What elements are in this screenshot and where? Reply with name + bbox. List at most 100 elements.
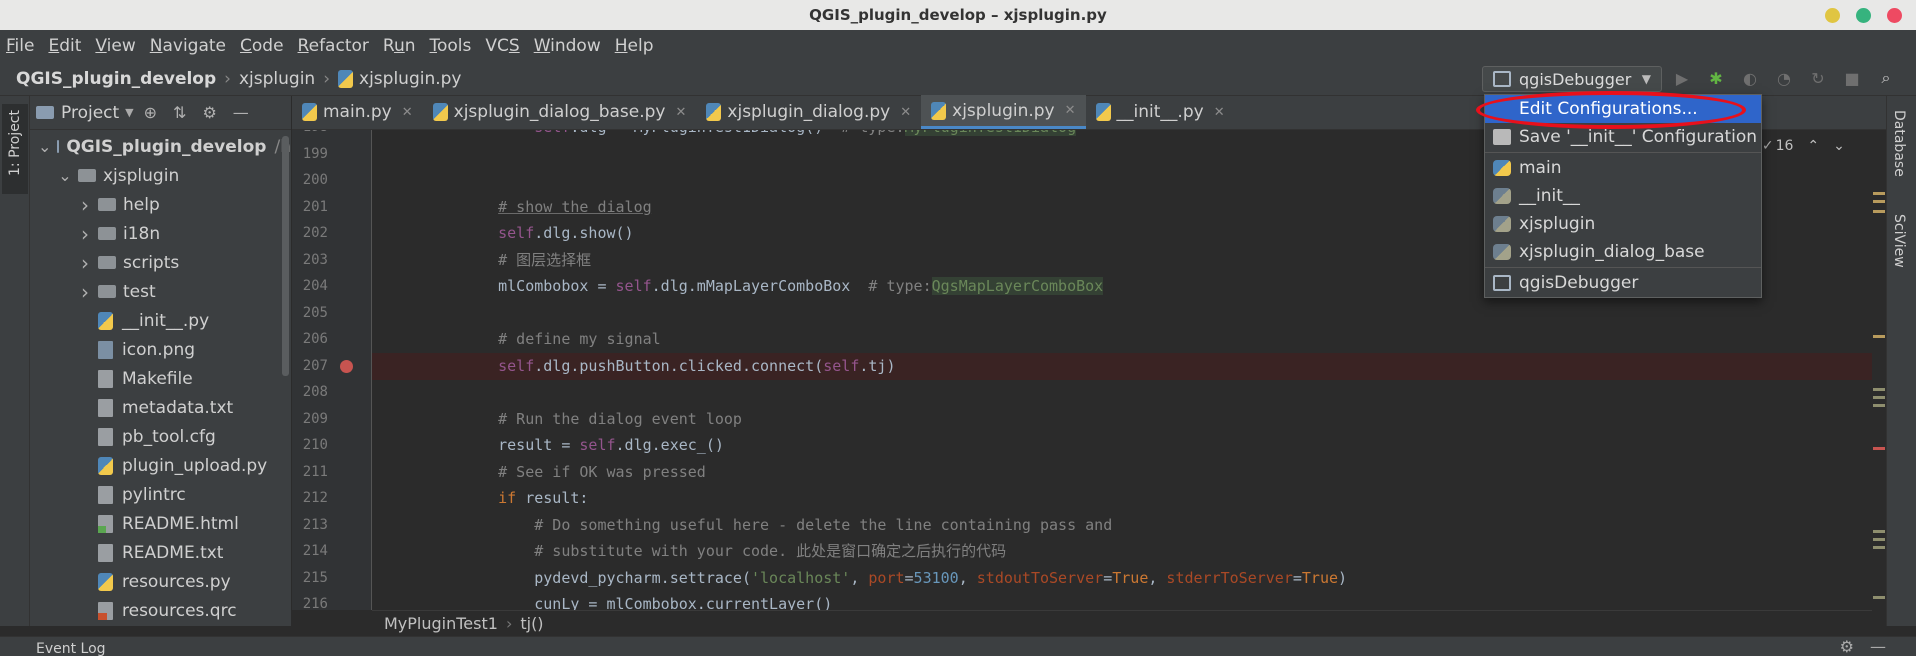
tree-item[interactable]: README.html xyxy=(30,509,291,538)
tree-item[interactable]: Makefile xyxy=(30,364,291,393)
chevron-up-icon[interactable]: ⌃ xyxy=(1807,138,1819,154)
editor-tab[interactable]: __init__.py ✕ xyxy=(1086,95,1235,129)
run-config-item[interactable]: qgisDebugger xyxy=(1485,269,1761,297)
breadcrumb-method[interactable]: tj() xyxy=(520,614,543,633)
run-icon[interactable]: ▶ xyxy=(1672,68,1692,88)
tree-item[interactable]: resources.qrc xyxy=(30,596,291,625)
chevron-down-icon[interactable]: ⌄ xyxy=(38,137,51,156)
tree-item[interactable]: icon.png xyxy=(30,335,291,364)
menu-window[interactable]: Window xyxy=(534,36,601,56)
stripe-mark[interactable] xyxy=(1873,192,1885,195)
stripe-mark[interactable] xyxy=(1873,388,1885,391)
code-line[interactable] xyxy=(462,167,1347,194)
code-line[interactable]: # Run the dialog event loop xyxy=(462,406,1347,433)
menu-refactor[interactable]: Refactor xyxy=(298,36,369,56)
editor-tab[interactable]: xjsplugin_dialog_base.py ✕ xyxy=(423,95,697,129)
code-line[interactable]: result = self.dlg.exec_() xyxy=(462,432,1347,459)
search-icon[interactable]: ⌕ xyxy=(1876,68,1896,88)
code-line[interactable]: pydevd_pycharm.settrace('localhost', por… xyxy=(462,565,1347,592)
run-config-item[interactable]: xjsplugin_dialog_base xyxy=(1485,238,1761,266)
menu-code[interactable]: Code xyxy=(240,36,284,56)
code-line[interactable]: self.dlg = MyPluginTest1Dialog() # type:… xyxy=(462,130,1347,141)
menu-help[interactable]: Help xyxy=(615,36,654,56)
nav-file[interactable]: xjsplugin.py xyxy=(338,69,462,89)
code-line[interactable]: # 图层选择框 xyxy=(462,247,1347,274)
code-line[interactable] xyxy=(462,141,1347,168)
stripe-mark[interactable] xyxy=(1873,447,1885,450)
chevron-down-icon[interactable]: ⌄ xyxy=(58,166,72,185)
stop-icon[interactable]: ■ xyxy=(1842,68,1862,88)
menu-file[interactable]: File xyxy=(6,36,34,56)
locate-icon[interactable]: ⊕ xyxy=(144,103,157,122)
run-config-item[interactable]: xjsplugin xyxy=(1485,210,1761,238)
stripe-mark[interactable] xyxy=(1873,335,1885,338)
code-line[interactable] xyxy=(462,379,1347,406)
nav-project[interactable]: QGIS_plugin_develop xyxy=(16,69,216,89)
stripe-mark[interactable] xyxy=(1873,404,1885,407)
run-configuration-selector[interactable]: qgisDebugger ▼ xyxy=(1482,66,1662,92)
project-scrollbar[interactable] xyxy=(282,136,289,376)
stripe-mark[interactable] xyxy=(1873,200,1885,203)
event-log-tab[interactable]: Event Log xyxy=(36,641,106,656)
tree-item[interactable]: __init__.py xyxy=(30,306,291,335)
stripe-mark[interactable] xyxy=(1873,210,1885,213)
code-line[interactable]: if result: xyxy=(462,485,1347,512)
close-tab-icon[interactable]: ✕ xyxy=(1214,105,1225,120)
chevron-right-icon[interactable]: › xyxy=(78,222,92,246)
tree-item[interactable]: › test xyxy=(30,277,291,306)
close-tab-icon[interactable]: ✕ xyxy=(900,105,911,120)
profile-icon[interactable]: ◔ xyxy=(1774,68,1794,88)
tree-item[interactable]: › i18n xyxy=(30,219,291,248)
close-tab-icon[interactable]: ✕ xyxy=(402,105,413,120)
chevron-right-icon[interactable]: › xyxy=(78,280,92,304)
chevron-down-icon[interactable]: ▼ xyxy=(125,106,133,119)
stripe-mark[interactable] xyxy=(1873,530,1885,533)
breakpoint-icon[interactable] xyxy=(340,360,353,373)
code-line[interactable]: cunLy = mlCombobox.currentLayer() xyxy=(462,591,1347,610)
chevron-right-icon[interactable]: › xyxy=(78,193,92,217)
code-line[interactable] xyxy=(462,300,1347,327)
menu-edit[interactable]: Edit xyxy=(48,36,81,56)
stripe-mark[interactable] xyxy=(1873,396,1885,399)
menu-navigate[interactable]: Navigate xyxy=(150,36,226,56)
code-line[interactable]: # substitute with your code. 此处是窗口确定之后执行… xyxy=(462,538,1347,565)
tree-item[interactable]: plugin_upload.py xyxy=(30,451,291,480)
menu-run[interactable]: Run xyxy=(383,36,416,56)
maximize-button[interactable] xyxy=(1856,8,1871,23)
code-line[interactable]: # See if OK was pressed xyxy=(462,459,1347,486)
chevron-right-icon[interactable]: › xyxy=(78,251,92,275)
project-tool-tab[interactable]: 1: Project xyxy=(2,104,28,194)
tree-item[interactable]: resources.py xyxy=(30,567,291,596)
run-config-item[interactable]: Save '__init__' Configuration xyxy=(1485,123,1761,151)
editor-tab[interactable]: xjsplugin_dialog.py ✕ xyxy=(696,95,921,129)
collapse-all-icon[interactable]: ⇅ xyxy=(173,103,186,122)
hide-icon[interactable]: — xyxy=(1870,637,1886,656)
run-config-item[interactable]: __init__ xyxy=(1485,182,1761,210)
close-tab-icon[interactable]: ✕ xyxy=(1065,103,1076,118)
run-config-item[interactable]: main xyxy=(1485,154,1761,182)
stripe-mark[interactable] xyxy=(1873,546,1885,549)
code-line[interactable]: # Do something useful here - delete the … xyxy=(462,512,1347,539)
minimize-button[interactable] xyxy=(1825,8,1840,23)
project-panel-title[interactable]: Project xyxy=(61,103,119,123)
menu-vcs[interactable]: VCS xyxy=(485,36,519,56)
tree-item[interactable]: metadata.txt xyxy=(30,393,291,422)
tree-item[interactable]: ⌄QGIS_plugin_develop/h xyxy=(30,132,291,161)
stripe-mark[interactable] xyxy=(1873,538,1885,541)
menu-tools[interactable]: Tools xyxy=(430,36,472,56)
sciview-tool-tab[interactable]: SciView xyxy=(1891,214,1907,268)
tree-item[interactable]: pb_tool.cfg xyxy=(30,422,291,451)
tree-item[interactable]: pylintrc xyxy=(30,480,291,509)
tree-item[interactable]: README.txt xyxy=(30,538,291,567)
menu-view[interactable]: View xyxy=(95,36,135,56)
code-line[interactable]: # define my signal xyxy=(462,326,1347,353)
database-tool-tab[interactable]: Database xyxy=(1891,110,1907,177)
code-content[interactable]: self.dlg = MyPluginTest1Dialog() # type:… xyxy=(462,130,1347,610)
editor-tab[interactable]: xjsplugin.py ✕ xyxy=(921,95,1086,129)
breadcrumb-class[interactable]: MyPluginTest1 xyxy=(384,614,498,633)
tree-item[interactable]: › help xyxy=(30,190,291,219)
run-config-item[interactable]: Edit Configurations... xyxy=(1485,95,1761,123)
close-tab-icon[interactable]: ✕ xyxy=(676,105,687,120)
chevron-down-icon[interactable]: ⌄ xyxy=(1833,138,1845,154)
gear-icon[interactable]: ⚙ xyxy=(202,103,216,122)
